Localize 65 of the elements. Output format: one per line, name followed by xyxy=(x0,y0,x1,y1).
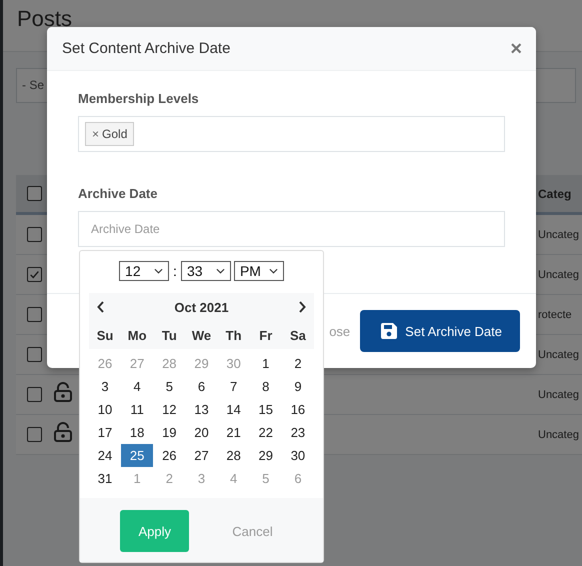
field-label: Membership Levels xyxy=(78,91,200,107)
time-separator: : xyxy=(172,263,178,279)
calendar-day[interactable]: 6 xyxy=(185,375,218,398)
calendar-day[interactable]: 21 xyxy=(218,421,250,444)
calendar-day[interactable]: 27 xyxy=(185,444,218,467)
table-cell-text: Uncateg xyxy=(538,388,580,400)
calendar-day[interactable]: 5 xyxy=(153,375,186,398)
dialog-title: Set Content Archive Date xyxy=(62,40,230,57)
checkmark-icon xyxy=(29,269,40,280)
column-header: Categ xyxy=(538,186,572,200)
checkbox[interactable] xyxy=(27,267,42,282)
chevron-down-icon xyxy=(154,268,164,274)
checkbox[interactable] xyxy=(27,387,42,402)
archive-date-field[interactable]: Archive Date xyxy=(78,211,505,247)
month-label: Oct 2021 xyxy=(174,300,229,314)
calendar-day[interactable]: 25 xyxy=(121,444,154,467)
checkbox[interactable] xyxy=(27,227,42,242)
tag-chip[interactable]: × Gold xyxy=(85,122,134,146)
close-button[interactable]: × xyxy=(510,38,522,58)
calendar-day[interactable]: 19 xyxy=(153,421,186,444)
set-archive-date-button[interactable]: Set Archive Date xyxy=(360,310,520,352)
table-cell-text: Uncateg xyxy=(538,428,580,440)
calendar-day[interactable]: 16 xyxy=(282,398,314,421)
calendar-day[interactable]: 13 xyxy=(185,398,218,421)
calendar-day[interactable]: 26 xyxy=(153,444,186,467)
calendar-day[interactable]: 24 xyxy=(89,444,121,467)
padlock-icon xyxy=(54,422,72,442)
calendar-day[interactable]: 9 xyxy=(282,375,314,398)
calendar-day[interactable]: 2 xyxy=(282,352,314,375)
calendar-day[interactable]: 29 xyxy=(250,444,282,467)
calendar-day[interactable]: 30 xyxy=(282,444,314,467)
calendar-day[interactable]: 18 xyxy=(121,421,154,444)
checkbox[interactable] xyxy=(27,347,42,362)
padlock-icon xyxy=(54,382,72,402)
calendar-day[interactable]: 12 xyxy=(153,398,186,421)
calendar-day[interactable]: 3 xyxy=(89,375,121,398)
calendar-day[interactable]: 14 xyxy=(218,398,250,421)
page-title: Posts xyxy=(17,6,74,32)
calendar-day[interactable]: 31 xyxy=(89,467,121,490)
chevron-down-icon xyxy=(216,268,225,274)
calendar-day[interactable]: 17 xyxy=(89,421,121,444)
table-cell-text: Uncateg xyxy=(538,268,580,280)
table-cell-text: Uncateg xyxy=(538,348,580,360)
calendar-day[interactable]: 11 xyxy=(121,398,154,421)
hour-select[interactable]: 12 xyxy=(119,261,170,281)
calendar-day[interactable]: 23 xyxy=(282,421,314,444)
calendar-day[interactable]: 7 xyxy=(218,375,250,398)
minute-select[interactable]: 33 xyxy=(180,261,231,281)
table-cell-text: Uncateg xyxy=(538,228,580,240)
calendar-day[interactable]: 8 xyxy=(250,375,282,398)
calendar-day[interactable]: 28 xyxy=(218,444,250,467)
chevron-down-icon xyxy=(268,268,278,274)
am-pm-select[interactable]: PM xyxy=(234,261,284,281)
checkbox[interactable] xyxy=(27,427,42,442)
calendar-day[interactable]: 10 xyxy=(89,398,121,421)
calendar-day[interactable]: 20 xyxy=(185,421,218,444)
calendar-day[interactable]: 1 xyxy=(250,352,282,375)
checkbox[interactable] xyxy=(27,307,42,322)
calendar-day[interactable]: 15 xyxy=(250,398,282,421)
table-cell-text: rotecte xyxy=(538,308,573,320)
membership-levels-field[interactable]: × Gold xyxy=(78,116,505,152)
field-label: Archive Date xyxy=(78,186,158,202)
calendar-day[interactable]: 22 xyxy=(250,421,282,444)
checkbox[interactable] xyxy=(27,186,42,201)
calendar-day[interactable]: 4 xyxy=(121,375,154,398)
